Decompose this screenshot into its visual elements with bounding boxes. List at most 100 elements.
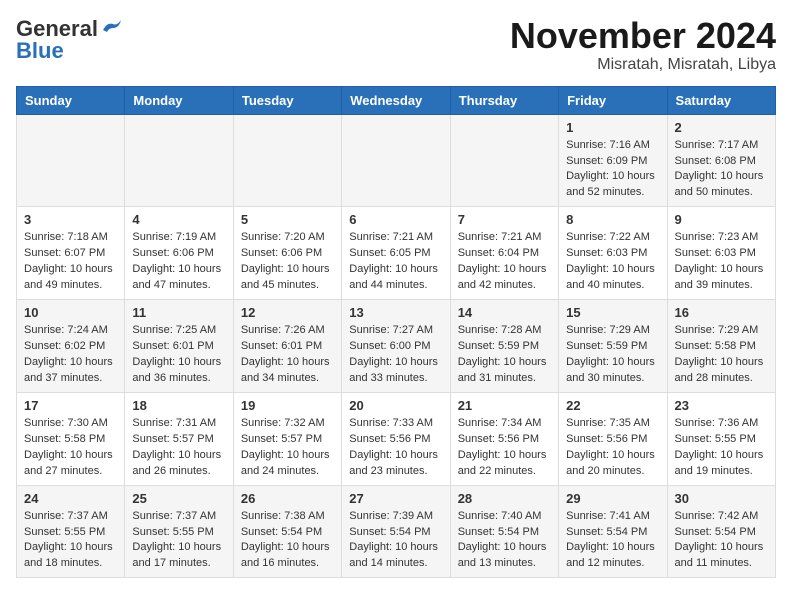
calendar-cell: 1 Sunrise: 7:16 AM Sunset: 6:09 PM Daylig… bbox=[559, 114, 667, 207]
day-info: Sunrise: 7:36 AM Sunset: 5:55 PM Dayligh… bbox=[675, 416, 768, 480]
day-number: 28 bbox=[458, 491, 551, 506]
day-number: 25 bbox=[132, 491, 225, 506]
day-info: Sunrise: 7:32 AM Sunset: 5:57 PM Dayligh… bbox=[241, 416, 334, 480]
weekday-header-saturday: Saturday bbox=[667, 86, 775, 114]
calendar-cell: 20 Sunrise: 7:33 AM Sunset: 5:56 PM Dayli… bbox=[342, 392, 450, 485]
logo-bird-icon bbox=[101, 18, 123, 36]
day-info: Sunrise: 7:38 AM Sunset: 5:54 PM Dayligh… bbox=[241, 509, 334, 573]
day-number: 17 bbox=[24, 398, 117, 413]
day-info: Sunrise: 7:41 AM Sunset: 5:54 PM Dayligh… bbox=[566, 509, 659, 573]
calendar-table: SundayMondayTuesdayWednesdayThursdayFrid… bbox=[16, 86, 776, 579]
day-info: Sunrise: 7:24 AM Sunset: 6:02 PM Dayligh… bbox=[24, 323, 117, 387]
weekday-header-wednesday: Wednesday bbox=[342, 86, 450, 114]
day-number: 30 bbox=[675, 491, 768, 506]
day-info: Sunrise: 7:19 AM Sunset: 6:06 PM Dayligh… bbox=[132, 230, 225, 294]
calendar-week-row: 24 Sunrise: 7:37 AM Sunset: 5:55 PM Dayli… bbox=[17, 485, 776, 578]
day-info: Sunrise: 7:34 AM Sunset: 5:56 PM Dayligh… bbox=[458, 416, 551, 480]
calendar-cell bbox=[450, 114, 558, 207]
weekday-header-friday: Friday bbox=[559, 86, 667, 114]
day-info: Sunrise: 7:21 AM Sunset: 6:04 PM Dayligh… bbox=[458, 230, 551, 294]
day-number: 23 bbox=[675, 398, 768, 413]
weekday-header-monday: Monday bbox=[125, 86, 233, 114]
calendar-week-row: 10 Sunrise: 7:24 AM Sunset: 6:02 PM Dayli… bbox=[17, 300, 776, 393]
day-number: 8 bbox=[566, 212, 659, 227]
weekday-header-tuesday: Tuesday bbox=[233, 86, 341, 114]
calendar-cell: 3Sunrise: 7:18 AM Sunset: 6:07 PM Daylig… bbox=[17, 207, 125, 300]
day-info: Sunrise: 7:31 AM Sunset: 5:57 PM Dayligh… bbox=[132, 416, 225, 480]
calendar-header-row: SundayMondayTuesdayWednesdayThursdayFrid… bbox=[17, 86, 776, 114]
day-info: Sunrise: 7:37 AM Sunset: 5:55 PM Dayligh… bbox=[24, 509, 117, 573]
calendar-cell: 22Sunrise: 7:35 AM Sunset: 5:56 PM Dayli… bbox=[559, 392, 667, 485]
day-number: 10 bbox=[24, 305, 117, 320]
calendar-cell: 2Sunrise: 7:17 AM Sunset: 6:08 PM Daylig… bbox=[667, 114, 775, 207]
day-info: Sunrise: 7:29 AM Sunset: 5:59 PM Dayligh… bbox=[566, 323, 659, 387]
calendar-cell: 5 Sunrise: 7:20 AM Sunset: 6:06 PM Daylig… bbox=[233, 207, 341, 300]
calendar-cell bbox=[342, 114, 450, 207]
logo: General Blue bbox=[16, 16, 123, 64]
calendar-week-row: 17 Sunrise: 7:30 AM Sunset: 5:58 PM Dayli… bbox=[17, 392, 776, 485]
day-info: Sunrise: 7:16 AM Sunset: 6:09 PM Dayligh… bbox=[566, 138, 659, 202]
day-info: Sunrise: 7:37 AM Sunset: 5:55 PM Dayligh… bbox=[132, 509, 225, 573]
day-number: 14 bbox=[458, 305, 551, 320]
day-info: Sunrise: 7:21 AM Sunset: 6:05 PM Dayligh… bbox=[349, 230, 442, 294]
calendar-cell bbox=[125, 114, 233, 207]
day-info: Sunrise: 7:23 AM Sunset: 6:03 PM Dayligh… bbox=[675, 230, 768, 294]
calendar-cell: 15Sunrise: 7:29 AM Sunset: 5:59 PM Dayli… bbox=[559, 300, 667, 393]
calendar-cell: 29Sunrise: 7:41 AM Sunset: 5:54 PM Dayli… bbox=[559, 485, 667, 578]
calendar-cell: 11 Sunrise: 7:25 AM Sunset: 6:01 PM Dayli… bbox=[125, 300, 233, 393]
day-info: Sunrise: 7:28 AM Sunset: 5:59 PM Dayligh… bbox=[458, 323, 551, 387]
day-info: Sunrise: 7:40 AM Sunset: 5:54 PM Dayligh… bbox=[458, 509, 551, 573]
day-info: Sunrise: 7:26 AM Sunset: 6:01 PM Dayligh… bbox=[241, 323, 334, 387]
calendar-cell: 24 Sunrise: 7:37 AM Sunset: 5:55 PM Dayli… bbox=[17, 485, 125, 578]
calendar-cell: 26 Sunrise: 7:38 AM Sunset: 5:54 PM Dayli… bbox=[233, 485, 341, 578]
day-info: Sunrise: 7:29 AM Sunset: 5:58 PM Dayligh… bbox=[675, 323, 768, 387]
day-number: 13 bbox=[349, 305, 442, 320]
day-number: 26 bbox=[241, 491, 334, 506]
calendar-cell: 8 Sunrise: 7:22 AM Sunset: 6:03 PM Daylig… bbox=[559, 207, 667, 300]
calendar-cell: 30 Sunrise: 7:42 AM Sunset: 5:54 PM Dayli… bbox=[667, 485, 775, 578]
weekday-header-thursday: Thursday bbox=[450, 86, 558, 114]
day-number: 16 bbox=[675, 305, 768, 320]
calendar-cell: 10 Sunrise: 7:24 AM Sunset: 6:02 PM Dayli… bbox=[17, 300, 125, 393]
day-info: Sunrise: 7:22 AM Sunset: 6:03 PM Dayligh… bbox=[566, 230, 659, 294]
day-number: 5 bbox=[241, 212, 334, 227]
day-info: Sunrise: 7:30 AM Sunset: 5:58 PM Dayligh… bbox=[24, 416, 117, 480]
calendar-cell: 6 Sunrise: 7:21 AM Sunset: 6:05 PM Daylig… bbox=[342, 207, 450, 300]
calendar-cell: 14 Sunrise: 7:28 AM Sunset: 5:59 PM Dayli… bbox=[450, 300, 558, 393]
day-info: Sunrise: 7:20 AM Sunset: 6:06 PM Dayligh… bbox=[241, 230, 334, 294]
day-number: 24 bbox=[24, 491, 117, 506]
calendar-cell: 9 Sunrise: 7:23 AM Sunset: 6:03 PM Daylig… bbox=[667, 207, 775, 300]
location-text: Misratah, Misratah, Libya bbox=[510, 56, 776, 74]
calendar-week-row: 3Sunrise: 7:18 AM Sunset: 6:07 PM Daylig… bbox=[17, 207, 776, 300]
day-number: 7 bbox=[458, 212, 551, 227]
logo-blue-text: Blue bbox=[16, 38, 64, 64]
calendar-cell: 27Sunrise: 7:39 AM Sunset: 5:54 PM Dayli… bbox=[342, 485, 450, 578]
day-number: 1 bbox=[566, 120, 659, 135]
day-info: Sunrise: 7:42 AM Sunset: 5:54 PM Dayligh… bbox=[675, 509, 768, 573]
calendar-cell: 23 Sunrise: 7:36 AM Sunset: 5:55 PM Dayli… bbox=[667, 392, 775, 485]
day-number: 19 bbox=[241, 398, 334, 413]
calendar-cell: 16 Sunrise: 7:29 AM Sunset: 5:58 PM Dayli… bbox=[667, 300, 775, 393]
calendar-cell: 4Sunrise: 7:19 AM Sunset: 6:06 PM Daylig… bbox=[125, 207, 233, 300]
day-number: 12 bbox=[241, 305, 334, 320]
day-number: 2 bbox=[675, 120, 768, 135]
weekday-header-sunday: Sunday bbox=[17, 86, 125, 114]
page-header: General Blue November 2024 Misratah, Mis… bbox=[16, 16, 776, 74]
calendar-cell bbox=[233, 114, 341, 207]
day-info: Sunrise: 7:33 AM Sunset: 5:56 PM Dayligh… bbox=[349, 416, 442, 480]
day-number: 9 bbox=[675, 212, 768, 227]
day-number: 6 bbox=[349, 212, 442, 227]
day-info: Sunrise: 7:35 AM Sunset: 5:56 PM Dayligh… bbox=[566, 416, 659, 480]
day-number: 11 bbox=[132, 305, 225, 320]
day-info: Sunrise: 7:18 AM Sunset: 6:07 PM Dayligh… bbox=[24, 230, 117, 294]
day-number: 21 bbox=[458, 398, 551, 413]
calendar-cell: 17 Sunrise: 7:30 AM Sunset: 5:58 PM Dayli… bbox=[17, 392, 125, 485]
calendar-cell: 7 Sunrise: 7:21 AM Sunset: 6:04 PM Daylig… bbox=[450, 207, 558, 300]
day-info: Sunrise: 7:25 AM Sunset: 6:01 PM Dayligh… bbox=[132, 323, 225, 387]
month-title: November 2024 bbox=[510, 16, 776, 56]
calendar-cell: 25 Sunrise: 7:37 AM Sunset: 5:55 PM Dayli… bbox=[125, 485, 233, 578]
day-number: 20 bbox=[349, 398, 442, 413]
calendar-cell: 28 Sunrise: 7:40 AM Sunset: 5:54 PM Dayli… bbox=[450, 485, 558, 578]
calendar-cell bbox=[17, 114, 125, 207]
day-info: Sunrise: 7:39 AM Sunset: 5:54 PM Dayligh… bbox=[349, 509, 442, 573]
